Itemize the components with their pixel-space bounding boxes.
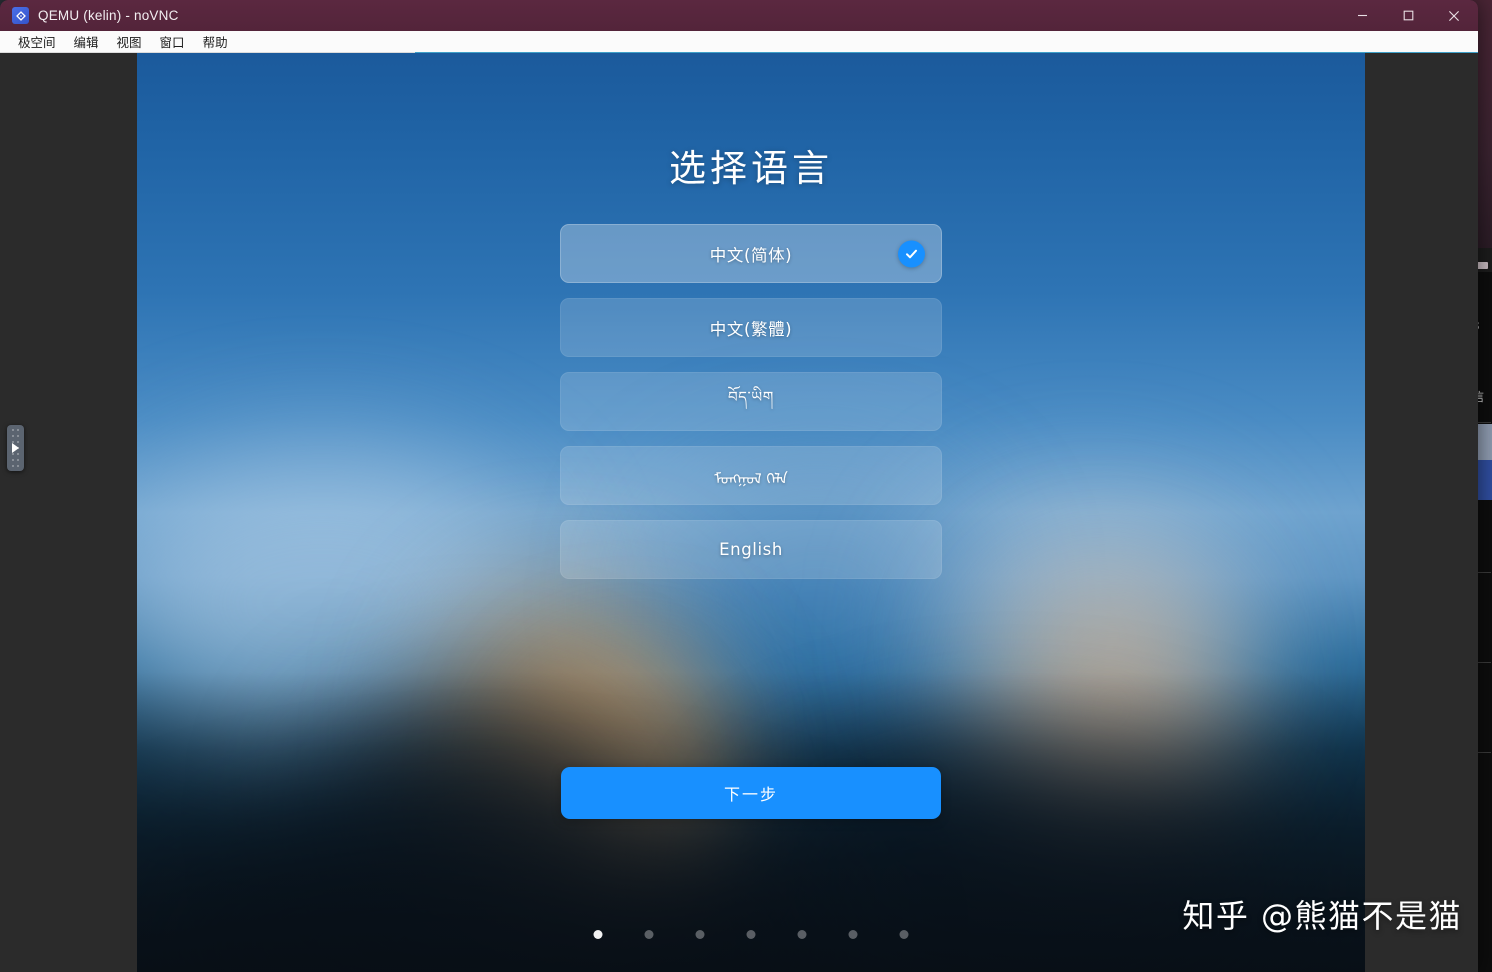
menu-item-edit[interactable]: 编辑 [65,31,108,53]
language-option-label: བོད་ཡིག [728,387,774,406]
language-option-chinese-traditional[interactable]: 中文(繁體) [560,298,942,357]
language-option-tibetan[interactable]: བོད་ཡིག [560,372,942,431]
window-title: QEMU (kelin) - noVNC [38,8,179,23]
qemu-logo-icon [12,7,29,24]
maximize-icon[interactable] [1385,0,1431,31]
check-circle-icon [898,240,925,267]
titlebar-left-group: QEMU (kelin) - noVNC [0,7,179,24]
oobe-language-page: 选择语言 中文(简体) 中文(繁體) བོད་ཡིག ᠮᠣᠩᠭᠣᠯ ᠬᠡᠯᠡ E… [137,53,1365,972]
page-dot-3[interactable] [695,930,705,939]
vnc-control-bar-handle-icon[interactable] [7,425,24,471]
menu-item-window[interactable]: 窗口 [151,31,194,53]
remote-screen[interactable]: 选择语言 中文(简体) 中文(繁體) བོད་ཡིག ᠮᠣᠩᠭᠣᠯ ᠬᠡᠯᠡ E… [137,53,1365,972]
language-option-list: 中文(简体) 中文(繁體) བོད་ཡིག ᠮᠣᠩᠭᠣᠯ ᠬᠡᠯᠡ Englis… [560,224,942,579]
language-option-label: English [719,540,783,559]
page-dot-2[interactable] [644,930,654,939]
menu-item-jikongjian[interactable]: 极空间 [9,31,65,53]
page-dot-1[interactable] [593,930,603,939]
language-option-english[interactable]: English [560,520,942,579]
next-button[interactable]: 下一步 [561,767,941,819]
menu-item-help[interactable]: 帮助 [194,31,237,53]
page-indicator [593,930,909,939]
language-option-label: 中文(繁體) [709,319,793,339]
page-dot-6[interactable] [848,930,858,939]
page-dot-7[interactable] [899,930,909,939]
close-icon[interactable] [1431,0,1477,31]
window-controls [1339,0,1478,31]
vnc-viewport[interactable]: 选择语言 中文(简体) 中文(繁體) བོད་ཡིག ᠮᠣᠩᠭᠣᠯ ᠬᠡᠯᠡ E… [0,53,1478,972]
language-option-chinese-simplified[interactable]: 中文(简体) [560,224,942,283]
menu-item-view[interactable]: 视图 [108,31,151,53]
minimize-icon[interactable] [1339,0,1385,31]
page-title: 选择语言 [669,147,833,190]
window-titlebar[interactable]: QEMU (kelin) - noVNC [0,0,1478,31]
language-option-mongolian[interactable]: ᠮᠣᠩᠭᠣᠯ ᠬᠡᠯᠡ [560,446,942,505]
expand-arrow-icon [12,443,19,453]
page-dot-5[interactable] [797,930,807,939]
qemu-novnc-window[interactable]: QEMU (kelin) - noVNC 极空间 编辑 视图 窗口 帮助 选择语… [0,0,1478,972]
page-dot-4[interactable] [746,930,756,939]
language-option-label: ᠮᠣᠩᠭᠣᠯ ᠬᠡᠯᠡ [714,469,788,488]
menubar[interactable]: 极空间 编辑 视图 窗口 帮助 [0,31,1478,53]
language-option-label: 中文(简体) [709,245,793,265]
